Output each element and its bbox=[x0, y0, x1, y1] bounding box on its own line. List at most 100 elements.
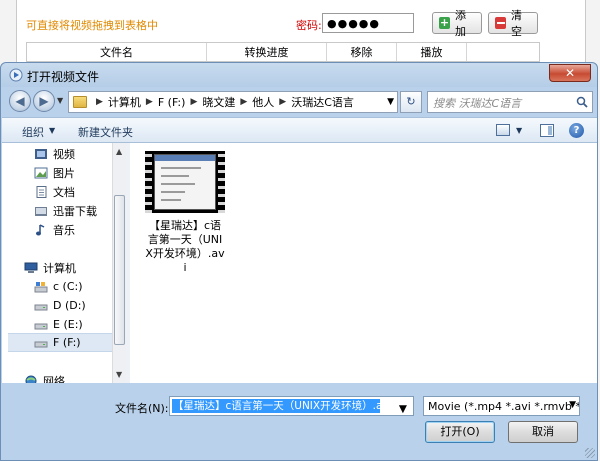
address-bar[interactable]: ▶ 计算机 ▶ F (F:) ▶ 晓文建 ▶ 他人 ▶ 沃瑞达C语言 ▼ bbox=[68, 91, 398, 113]
address-dropdown-icon[interactable]: ▼ bbox=[387, 97, 394, 107]
navigation-scrollbar[interactable]: ▲ ▼ bbox=[112, 143, 126, 383]
password-field[interactable]: ●●●●● bbox=[322, 13, 414, 33]
dialog-title: 打开视频文件 bbox=[27, 70, 100, 84]
scroll-up-icon[interactable]: ▲ bbox=[116, 147, 122, 156]
chevron-right-icon: ▶ bbox=[96, 97, 103, 107]
filename-value: 【星瑞达】c语言第一天（UNIX开发环境）.avi bbox=[172, 399, 380, 413]
music-library-icon bbox=[36, 223, 45, 235]
nav-label: 网络 bbox=[43, 374, 65, 384]
history-dropdown-icon[interactable]: ▼ bbox=[57, 96, 65, 105]
password-label: 密码: bbox=[296, 19, 322, 32]
breadcrumb-computer[interactable]: ▶ 计算机 bbox=[91, 94, 141, 110]
add-button[interactable]: + 添加 bbox=[432, 9, 482, 38]
nav-label: 迅雷下载 bbox=[53, 204, 97, 218]
thumbnail-text-line bbox=[161, 199, 181, 201]
drive-icon bbox=[34, 323, 48, 329]
breadcrumb-label: 他人 bbox=[252, 96, 275, 109]
refresh-button[interactable]: ↻ bbox=[400, 91, 422, 113]
nav-label: 图片 bbox=[53, 166, 75, 180]
video-library-icon bbox=[35, 148, 47, 159]
dialog-app-icon bbox=[9, 68, 23, 82]
thumbnail-text-line bbox=[161, 183, 195, 185]
new-folder-button[interactable]: 新建文件夹 bbox=[78, 124, 133, 140]
breadcrumb-label: 沃瑞达C语言 bbox=[291, 96, 354, 109]
file-item[interactable]: 【星瑞达】c语言第一天（UNIX开发环境）.avi bbox=[144, 151, 226, 275]
close-button[interactable]: ✕ bbox=[549, 64, 591, 82]
nav-item-computer[interactable]: 计算机 bbox=[24, 258, 126, 277]
clear-button[interactable]: 清空 bbox=[488, 9, 538, 38]
chevron-down-icon[interactable]: ▼ bbox=[516, 126, 522, 135]
chevron-right-icon: ▶ bbox=[145, 97, 153, 107]
file-type-value: Movie (*.mp4 *.avi *.rmvb *.r bbox=[428, 400, 580, 413]
breadcrumb-folder-1[interactable]: ▶ 晓文建 bbox=[185, 94, 235, 110]
filename-input[interactable]: 【星瑞达】c语言第一天（UNIX开发环境）.avi ▼ bbox=[169, 396, 414, 416]
view-icon[interactable] bbox=[496, 124, 510, 136]
drive-icon bbox=[34, 341, 48, 347]
picture-library-icon bbox=[34, 167, 48, 178]
table-header: 文件名 转换进度 移除 播放 bbox=[26, 42, 540, 62]
network-icon bbox=[25, 375, 37, 383]
computer-icon bbox=[24, 262, 38, 273]
resize-grip[interactable] bbox=[585, 448, 595, 458]
column-header-empty bbox=[467, 43, 539, 61]
nav-label: D (D:) bbox=[53, 299, 86, 312]
chevron-down-icon[interactable]: ▼ bbox=[49, 126, 55, 135]
file-type-select[interactable]: Movie (*.mp4 *.avi *.rmvb *.r ▼ bbox=[423, 396, 580, 416]
plus-icon: + bbox=[439, 16, 450, 29]
navigation-pane[interactable]: 视频 图片 文档 迅雷下载 音乐 计算机 c (C:) D (D:) E (E:… bbox=[2, 143, 126, 383]
nav-label: 文档 bbox=[53, 185, 75, 199]
column-header-remove[interactable]: 移除 bbox=[327, 43, 397, 61]
clear-button-label: 清空 bbox=[510, 9, 522, 38]
drag-hint: 可直接将视频拖拽到表格中 bbox=[26, 19, 158, 32]
download-folder-icon bbox=[35, 206, 47, 216]
address-row: ◀ ▶ ▼ ▶ 计算机 ▶ F (F:) ▶ 晓文建 ▶ 他人 ▶ 沃瑞达C语言 ▼ ↻ … bbox=[7, 87, 593, 117]
document-library-icon bbox=[36, 185, 47, 198]
film-strip bbox=[145, 151, 152, 213]
folder-icon bbox=[73, 96, 87, 108]
nav-label: c (C:) bbox=[53, 280, 83, 293]
search-placeholder: 搜索 沃瑞达C语言 bbox=[433, 97, 522, 110]
forward-button[interactable]: ▶ bbox=[33, 90, 55, 112]
nav-item-drive-f[interactable]: F (F:) bbox=[8, 333, 113, 352]
scrollbar-thumb[interactable] bbox=[114, 195, 125, 345]
nav-label: 视频 bbox=[53, 147, 75, 161]
back-button[interactable]: ◀ bbox=[9, 90, 31, 112]
chevron-down-icon[interactable]: ▼ bbox=[569, 400, 576, 410]
search-icon[interactable] bbox=[576, 96, 588, 108]
chevron-down-icon[interactable]: ▼ bbox=[398, 402, 408, 416]
chevron-right-icon: ▶ bbox=[240, 97, 248, 107]
dialog-titlebar[interactable]: 打开视频文件 ✕ bbox=[1, 63, 597, 87]
drive-icon bbox=[34, 304, 48, 310]
filename-label: 文件名(N): bbox=[115, 402, 169, 415]
breadcrumb-drive[interactable]: ▶ F (F:) bbox=[141, 96, 186, 109]
film-strip bbox=[218, 151, 225, 213]
thumbnail-text-line bbox=[161, 191, 185, 193]
nav-label: 计算机 bbox=[43, 261, 76, 275]
preview-pane-icon[interactable] bbox=[540, 124, 554, 137]
column-header-play[interactable]: 播放 bbox=[397, 43, 467, 61]
add-button-label: 添加 bbox=[454, 9, 466, 38]
file-name-label: 【星瑞达】c语言第一天（UNIX开发环境）.avi bbox=[145, 219, 225, 274]
column-header-filename[interactable]: 文件名 bbox=[27, 43, 207, 61]
help-icon[interactable]: ? bbox=[569, 123, 584, 138]
breadcrumb-label: 晓文建 bbox=[202, 96, 236, 109]
thumbnail-text-line bbox=[161, 167, 201, 169]
cancel-button[interactable]: 取消 bbox=[508, 421, 578, 443]
chevron-right-icon: ▶ bbox=[279, 97, 287, 107]
file-list-pane[interactable]: 【星瑞达】c语言第一天（UNIX开发环境）.avi bbox=[130, 143, 597, 383]
organize-menu[interactable]: 组织 bbox=[22, 124, 44, 140]
minus-icon bbox=[495, 17, 506, 29]
breadcrumb-label: F (F:) bbox=[157, 95, 186, 109]
open-button[interactable]: 打开(O) bbox=[425, 421, 495, 443]
command-toolbar: 组织 ▼ 新建文件夹 ▼ ? bbox=[2, 117, 597, 143]
breadcrumb-folder-2[interactable]: ▶ 他人 bbox=[235, 94, 274, 110]
scroll-down-icon[interactable]: ▼ bbox=[116, 370, 122, 379]
video-thumbnail bbox=[145, 151, 225, 213]
thumbnail-text-line bbox=[161, 175, 189, 177]
nav-label: E (E:) bbox=[53, 318, 83, 331]
breadcrumb-folder-3[interactable]: ▶ 沃瑞达C语言 bbox=[274, 94, 354, 110]
search-input[interactable]: 搜索 沃瑞达C语言 bbox=[427, 91, 593, 113]
column-header-progress[interactable]: 转换进度 bbox=[207, 43, 327, 61]
nav-item-network[interactable]: 网络 bbox=[24, 371, 126, 383]
thumbnail-screen bbox=[154, 154, 216, 210]
